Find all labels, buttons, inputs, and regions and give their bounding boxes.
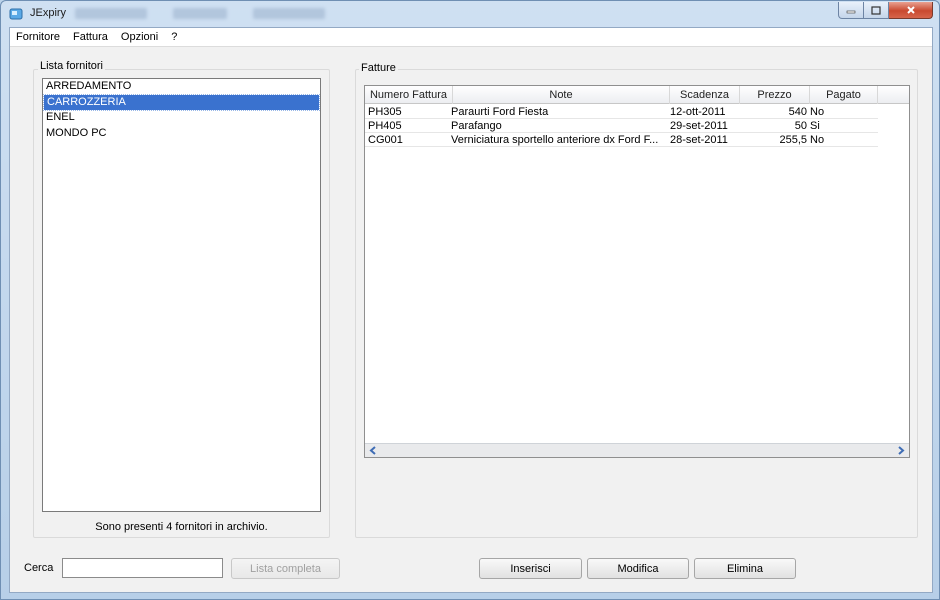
insert-button[interactable]: Inserisci	[479, 558, 582, 579]
horizontal-scrollbar[interactable]	[365, 443, 909, 457]
list-item[interactable]: MONDO PC	[43, 126, 320, 142]
column-header-note[interactable]: Note	[453, 86, 670, 104]
title-bar[interactable]: JExpiry	[1, 1, 939, 27]
caption-buttons	[838, 2, 933, 19]
cell-scadenza: 29-set-2011	[670, 120, 728, 132]
column-header-scadenza[interactable]: Scadenza	[670, 86, 740, 104]
minimize-button[interactable]	[838, 2, 864, 19]
menu-fattura[interactable]: Fattura	[73, 31, 108, 43]
column-header-prezzo[interactable]: Prezzo	[740, 86, 810, 104]
list-all-button[interactable]: Lista completa	[231, 558, 340, 579]
column-header-numero[interactable]: Numero Fattura	[365, 86, 453, 104]
scroll-left-button[interactable]	[366, 444, 380, 457]
blurred-tab	[253, 8, 325, 19]
cell-note: Parafango	[451, 120, 502, 132]
app-window: JExpiry Fornitore Fattura Opzioni ? List…	[0, 0, 940, 600]
cell-pagato: Si	[810, 120, 820, 132]
column-header-pagato[interactable]: Pagato	[810, 86, 878, 104]
table-row[interactable]: PH405 Parafango 29-set-2011 50 Si	[365, 119, 878, 133]
table-body: PH305 Paraurti Ford Fiesta 12-ott-2011 5…	[365, 105, 909, 147]
supplier-count-status: Sono presenti 4 fornitori in archivio.	[95, 521, 268, 533]
menu-opzioni[interactable]: Opzioni	[121, 31, 158, 43]
cell-prezzo: 50	[794, 120, 807, 132]
maximize-button[interactable]	[864, 2, 889, 19]
table-row[interactable]: CG001 Verniciatura sportello anteriore d…	[365, 133, 878, 147]
close-button[interactable]	[889, 2, 933, 19]
invoices-title: Fatture	[359, 62, 398, 74]
arrow-left-icon	[369, 446, 376, 455]
search-input[interactable]	[62, 558, 223, 578]
blurred-tab	[75, 8, 147, 19]
edit-button[interactable]: Modifica	[587, 558, 689, 579]
cell-pagato: No	[810, 134, 825, 146]
minimize-icon	[846, 10, 856, 14]
delete-button[interactable]: Elimina	[694, 558, 796, 579]
blurred-tab	[173, 8, 227, 19]
list-item-selected[interactable]: CARROZZERIA	[43, 93, 320, 111]
list-item[interactable]: ARREDAMENTO	[43, 79, 320, 95]
cell-prezzo: 255,5	[779, 134, 807, 146]
menu-help[interactable]: ?	[171, 31, 177, 43]
maximize-icon	[871, 5, 881, 15]
arrow-right-icon	[898, 446, 905, 455]
cell-scadenza: 12-ott-2011	[670, 106, 726, 118]
cell-numero: CG001	[368, 134, 403, 146]
window-title: JExpiry	[30, 7, 67, 19]
table-row[interactable]: PH305 Paraurti Ford Fiesta 12-ott-2011 5…	[365, 105, 878, 119]
search-label: Cerca	[24, 562, 54, 574]
list-item[interactable]: ENEL	[43, 110, 320, 126]
cell-pagato: No	[810, 106, 825, 118]
cell-scadenza: 28-set-2011	[670, 134, 728, 146]
menu-bar: Fornitore Fattura Opzioni ?	[10, 28, 932, 47]
cell-numero: PH405	[368, 120, 402, 132]
cell-numero: PH305	[368, 106, 402, 118]
invoices-table[interactable]: Numero Fattura Note Scadenza Prezzo Paga…	[364, 85, 910, 458]
table-header: Numero Fattura Note Scadenza Prezzo Paga…	[365, 86, 909, 104]
supplier-list[interactable]: ARREDAMENTO CARROZZERIA ENEL MONDO PC	[42, 78, 321, 512]
cell-note: Verniciatura sportello anteriore dx Ford…	[451, 134, 659, 146]
suppliers-title: Lista fornitori	[38, 60, 105, 72]
cell-note: Paraurti Ford Fiesta	[451, 106, 549, 118]
client-area: Fornitore Fattura Opzioni ? Lista fornit…	[9, 27, 933, 593]
menu-fornitore[interactable]: Fornitore	[16, 31, 60, 43]
app-icon	[9, 8, 23, 20]
scroll-right-button[interactable]	[894, 444, 908, 457]
close-icon	[906, 6, 915, 14]
cell-prezzo: 540	[788, 106, 807, 118]
